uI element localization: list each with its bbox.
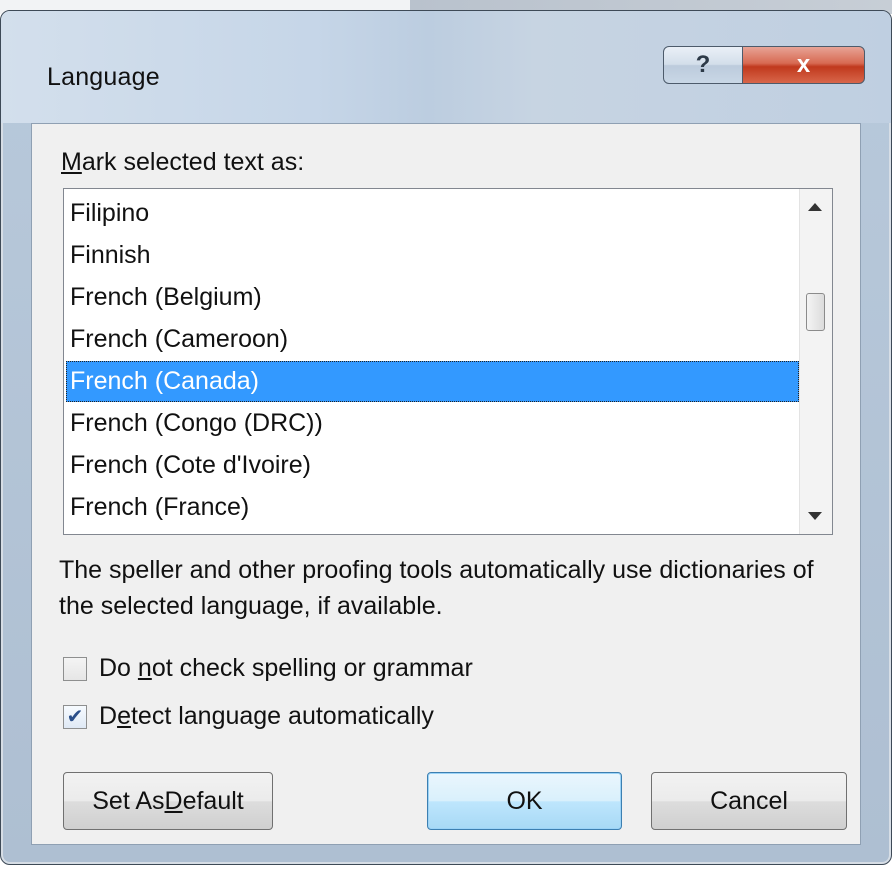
button-label-accelerator: D	[164, 786, 183, 815]
label-accelerator: e	[117, 702, 131, 730]
language-item-french-france[interactable]: French (France)	[66, 487, 799, 528]
label-part: Do	[99, 654, 138, 682]
listbox-scrollbar[interactable]	[799, 189, 832, 534]
dialog-body: Mark selected text as: Filipino Finnish …	[31, 123, 861, 845]
button-label-part: Set As	[92, 786, 165, 815]
language-item-french-canada[interactable]: French (Canada)	[66, 361, 799, 402]
language-item-french-congo[interactable]: French (Congo (DRC))	[66, 403, 799, 444]
no-check-spelling-label: Do not check spelling or grammar	[99, 654, 473, 683]
label-part: D	[99, 702, 118, 730]
label-part: tect language automatically	[130, 702, 434, 730]
checkmark-icon: ✔	[66, 705, 84, 728]
detect-language-option[interactable]: ✔ Detect language automatically	[63, 702, 434, 731]
scroll-down-icon[interactable]	[808, 512, 822, 520]
language-item-french-belgium[interactable]: French (Belgium)	[66, 277, 799, 318]
language-item-french-cote-divoire[interactable]: French (Cote d'Ivoire)	[66, 445, 799, 486]
help-icon: ?	[695, 51, 711, 78]
close-button[interactable]: x	[742, 46, 865, 84]
close-icon: x	[796, 51, 811, 78]
no-check-spelling-checkbox[interactable]	[63, 656, 87, 681]
language-item-filipino[interactable]: Filipino	[66, 193, 799, 234]
scroll-thumb[interactable]	[806, 293, 825, 331]
label-part: ot check spelling or grammar	[151, 654, 473, 682]
proofing-info-text: The speller and other proofing tools aut…	[59, 556, 814, 620]
language-listbox[interactable]: Filipino Finnish French (Belgium) French…	[63, 188, 833, 535]
detect-language-checkbox[interactable]: ✔	[63, 704, 87, 729]
mark-label-accelerator: M	[61, 148, 82, 176]
set-as-default-button[interactable]: Set As Default	[63, 772, 273, 830]
mark-label-text: ark selected text as:	[81, 148, 305, 176]
language-dialog: Language ? x Mark selected text as: Fili…	[0, 10, 892, 865]
cancel-button[interactable]: Cancel	[651, 772, 847, 830]
language-item-french-cameroon[interactable]: French (Cameroon)	[66, 319, 799, 360]
mark-selected-text-label: Mark selected text as:	[61, 148, 304, 177]
dialog-title: Language	[47, 63, 160, 91]
scroll-up-icon[interactable]	[808, 203, 822, 211]
help-button[interactable]: ?	[663, 46, 743, 84]
detect-language-label: Detect language automatically	[99, 702, 434, 731]
no-check-spelling-option[interactable]: Do not check spelling or grammar	[63, 654, 473, 683]
button-label-part: efault	[182, 786, 244, 815]
label-accelerator: n	[137, 654, 152, 682]
ok-button[interactable]: OK	[427, 772, 622, 830]
title-bar[interactable]: Language ? x	[1, 11, 891, 123]
language-item-finnish[interactable]: Finnish	[66, 235, 799, 276]
